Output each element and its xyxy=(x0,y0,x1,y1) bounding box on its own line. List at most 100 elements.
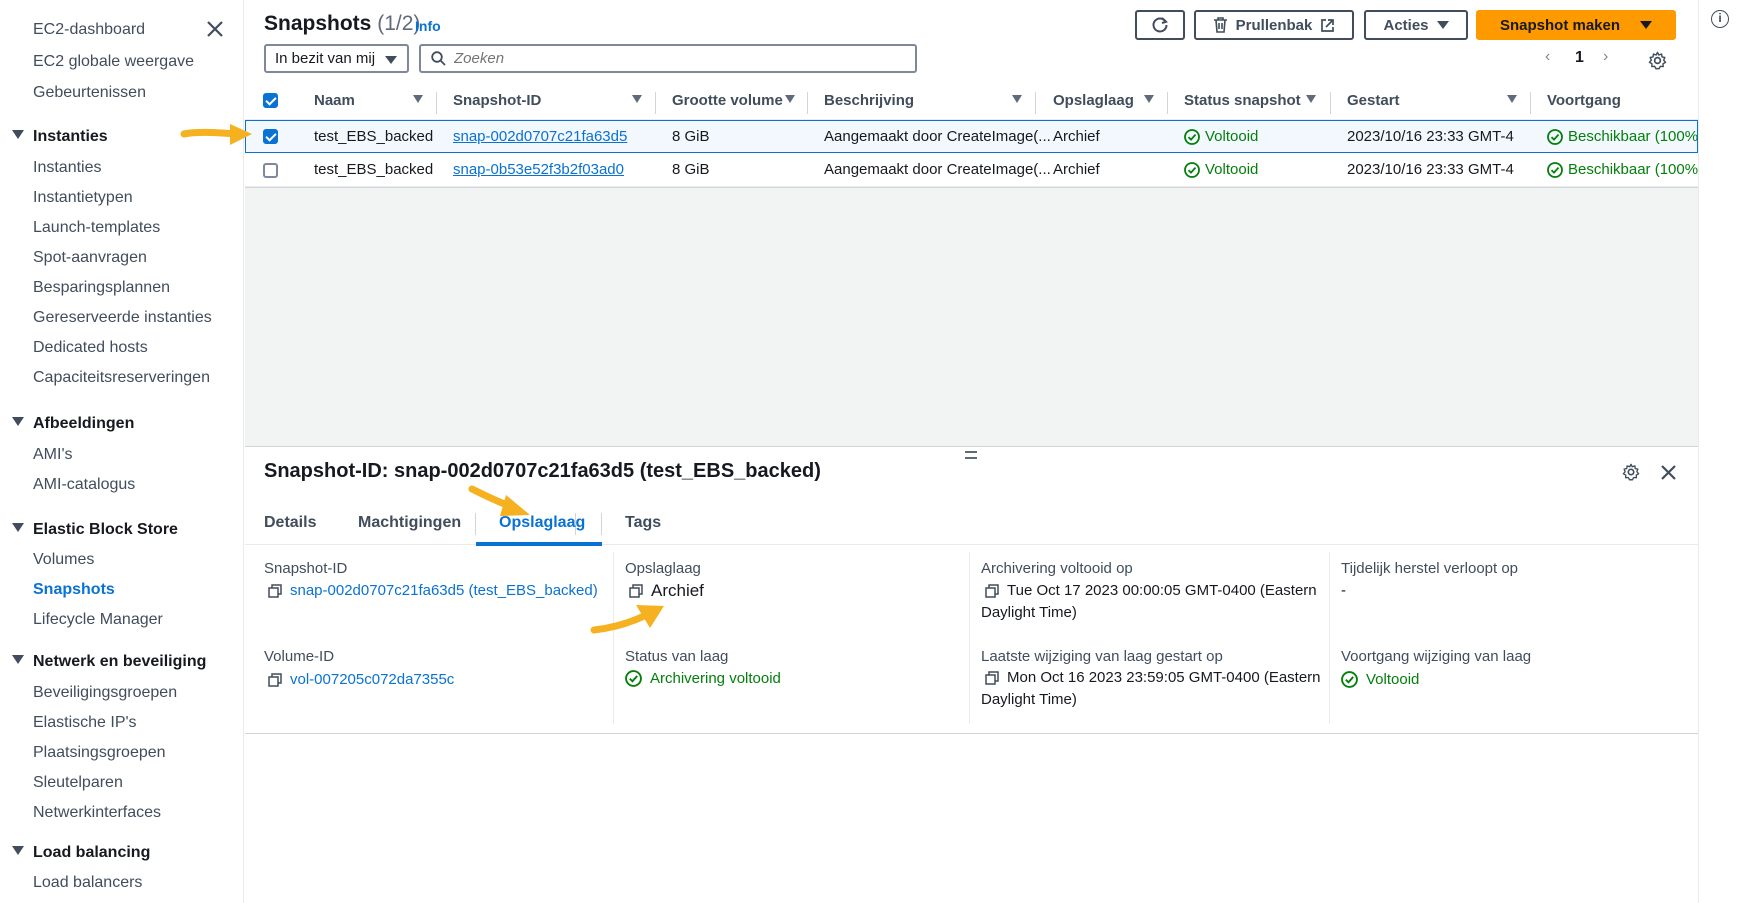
sort-icon[interactable] xyxy=(1012,95,1022,103)
sidebar-item-ec2-dashboard[interactable]: EC2-dashboard xyxy=(33,21,145,39)
column-header-description[interactable]: Beschrijving xyxy=(824,92,914,109)
sidebar-section-ebs[interactable]: Elastic Block Store xyxy=(12,521,178,539)
storage-tier-label: Opslaglaag xyxy=(625,560,701,577)
sidebar-section-network-security[interactable]: Netwerk en beveiliging xyxy=(12,653,206,671)
sort-icon[interactable] xyxy=(413,95,423,103)
column-header-storage-tier[interactable]: Opslaglaag xyxy=(1053,92,1134,109)
sidebar-item-placement-groups[interactable]: Plaatsingsgroepen xyxy=(33,744,166,762)
sidebar-section-images[interactable]: Afbeeldingen xyxy=(12,415,134,433)
column-header-snapshot-id[interactable]: Snapshot-ID xyxy=(453,92,541,109)
gear-icon[interactable] xyxy=(1622,463,1640,481)
column-header-name[interactable]: Naam xyxy=(314,92,355,109)
caret-down-icon xyxy=(12,417,24,426)
last-change-value-cont: Daylight Time) xyxy=(981,691,1077,708)
annotation-arrow-icon xyxy=(180,124,252,145)
sidebar-section-load-balancing[interactable]: Load balancing xyxy=(12,844,150,862)
sidebar-item-capacity-reservations[interactable]: Capaciteitsreserveringen xyxy=(33,369,210,387)
close-icon[interactable] xyxy=(204,18,226,40)
refresh-button[interactable] xyxy=(1135,10,1185,40)
next-page-icon[interactable]: › xyxy=(1603,48,1608,66)
sidebar-item-instance-types[interactable]: Instantietypen xyxy=(33,189,133,207)
search-field[interactable] xyxy=(419,44,917,73)
caret-down-icon xyxy=(12,655,24,664)
column-header-progress[interactable]: Voortgang xyxy=(1547,92,1621,109)
create-snapshot-button[interactable]: Snapshot maken xyxy=(1476,10,1676,40)
sort-icon[interactable] xyxy=(1144,95,1154,103)
copy-icon[interactable] xyxy=(985,583,999,598)
sort-icon[interactable] xyxy=(785,95,795,103)
sidebar-item-elastic-ips[interactable]: Elastische IP's xyxy=(33,714,137,732)
row-checkbox[interactable] xyxy=(263,129,278,144)
table-header: Naam Snapshot-ID Grootte volume Beschrij… xyxy=(245,84,1698,120)
resize-handle-icon[interactable] xyxy=(965,451,977,459)
snapshot-id-value[interactable]: snap-002d0707c21fa63d5 (test_EBS_backed) xyxy=(268,582,598,599)
progress-badge: Beschikbaar (100%) xyxy=(1547,128,1703,145)
page-title: Snapshots (1/2) xyxy=(264,12,421,35)
sidebar-item-events[interactable]: Gebeurtenissen xyxy=(33,84,146,102)
gear-icon[interactable] xyxy=(1648,51,1667,70)
sidebar-item-dedicated-hosts[interactable]: Dedicated hosts xyxy=(33,339,148,357)
trash-icon xyxy=(1213,17,1227,33)
sidebar-item-amis[interactable]: AMI's xyxy=(33,446,73,464)
actions-dropdown[interactable]: Acties xyxy=(1364,10,1468,40)
column-header-volume-size[interactable]: Grootte volume xyxy=(672,92,783,109)
search-icon xyxy=(431,51,446,66)
current-page[interactable]: 1 xyxy=(1575,49,1584,67)
external-link-icon xyxy=(1321,18,1335,32)
info-icon[interactable]: i xyxy=(1711,10,1729,28)
sort-icon[interactable] xyxy=(632,95,642,103)
search-input[interactable] xyxy=(454,50,894,67)
copy-icon[interactable] xyxy=(985,670,999,685)
sidebar-item-savings-plans[interactable]: Besparingsplannen xyxy=(33,279,170,297)
previous-page-icon[interactable]: ‹ xyxy=(1545,48,1550,66)
sidebar-item-network-interfaces[interactable]: Netwerkinterfaces xyxy=(33,804,161,822)
tab-details[interactable]: Details xyxy=(264,514,316,532)
sidebar-item-key-pairs[interactable]: Sleutelparen xyxy=(33,774,123,792)
snapshot-id-link[interactable]: snap-002d0707c21fa63d5 xyxy=(453,128,627,145)
check-circle-icon xyxy=(625,670,642,687)
info-link[interactable]: Info xyxy=(415,18,441,34)
volume-id-value[interactable]: vol-007205c072da7355c xyxy=(268,671,454,688)
sidebar-item-security-groups[interactable]: Beveiligingsgroepen xyxy=(33,684,177,702)
close-icon[interactable] xyxy=(1660,464,1677,481)
sidebar-item-lifecycle-manager[interactable]: Lifecycle Manager xyxy=(33,611,163,629)
select-all-checkbox[interactable] xyxy=(263,93,278,108)
column-header-snapshot-status[interactable]: Status snapshot xyxy=(1184,92,1301,109)
sidebar-section-instances[interactable]: Instanties xyxy=(12,128,108,146)
copy-icon[interactable] xyxy=(629,584,643,598)
owner-filter-select[interactable]: In bezit van mij xyxy=(264,44,409,73)
sort-icon[interactable] xyxy=(1507,95,1517,103)
sidebar-item-spot-requests[interactable]: Spot-aanvragen xyxy=(33,249,147,267)
help-panel-strip xyxy=(1698,0,1742,903)
sidebar-item-load-balancers[interactable]: Load balancers xyxy=(33,874,142,892)
sidebar-item-ami-catalog[interactable]: AMI-catalogus xyxy=(33,476,135,494)
check-circle-icon xyxy=(1547,161,1563,178)
caret-down-icon xyxy=(12,846,24,855)
annotation-arrow-icon xyxy=(468,485,530,516)
sidebar-item-instances[interactable]: Instanties xyxy=(33,159,101,177)
tab-tags[interactable]: Tags xyxy=(625,514,661,532)
sidebar-item-volumes[interactable]: Volumes xyxy=(33,551,94,569)
sidebar-item-launch-templates[interactable]: Launch-templates xyxy=(33,219,160,237)
caret-down-icon xyxy=(385,56,397,64)
recycle-bin-button[interactable]: Prullenbak xyxy=(1194,10,1354,40)
storage-tier-value: Archief xyxy=(629,581,704,601)
table-row[interactable]: test_EBS_backed snap-0b53e52f3b2f03ad0 8… xyxy=(245,154,1703,187)
tier-change-progress-value: Voltooid xyxy=(1341,671,1419,688)
copy-icon[interactable] xyxy=(268,672,282,687)
sidebar-item-snapshots[interactable]: Snapshots xyxy=(33,581,115,599)
row-checkbox[interactable] xyxy=(263,163,278,178)
sidebar-item-global-view[interactable]: EC2 globale weergave xyxy=(33,53,194,71)
cell-started: 2023/10/16 23:33 GMT-4 xyxy=(1347,128,1514,145)
snapshot-id-link[interactable]: snap-0b53e52f3b2f03ad0 xyxy=(453,161,624,178)
sidebar-item-reserved-instances[interactable]: Gereserveerde instanties xyxy=(33,309,212,327)
tab-permissions[interactable]: Machtigingen xyxy=(358,514,461,532)
column-header-started[interactable]: Gestart xyxy=(1347,92,1400,109)
detail-tabs: Details Machtigingen Opslaglaag Tags xyxy=(245,503,1698,545)
volume-id-label: Volume-ID xyxy=(264,648,335,665)
table-row[interactable]: test_EBS_backed snap-002d0707c21fa63d5 8… xyxy=(245,120,1703,153)
status-badge: Voltooid xyxy=(1184,128,1258,145)
sort-icon[interactable] xyxy=(1306,95,1316,103)
caret-down-icon xyxy=(1436,21,1449,29)
copy-icon[interactable] xyxy=(268,583,282,598)
